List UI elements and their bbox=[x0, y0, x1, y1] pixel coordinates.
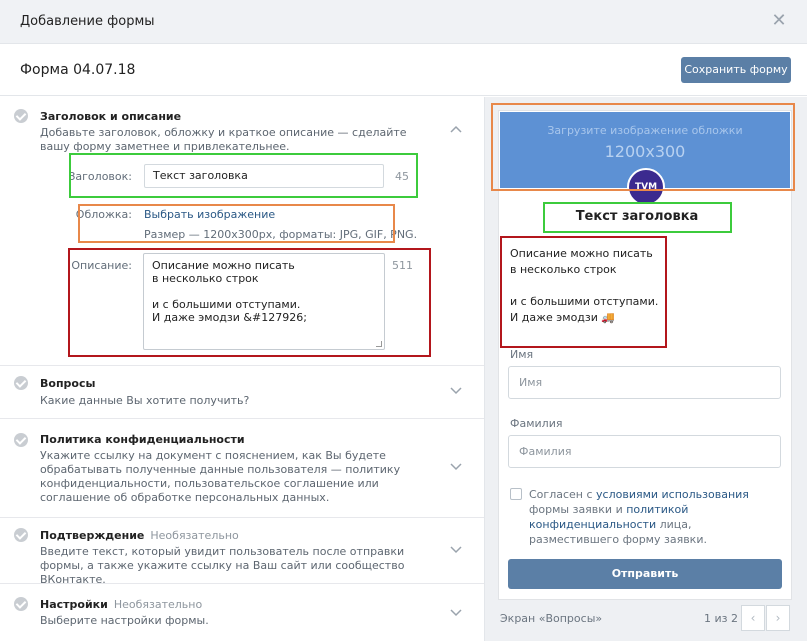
section-desc: Какие данные Вы хотите получить? bbox=[40, 394, 250, 407]
cover-label: Обложка: bbox=[75, 208, 132, 221]
cover-size-text: 1200x300 bbox=[604, 142, 686, 161]
preview-description: Описание можно писать в несколько строк … bbox=[510, 246, 660, 326]
modal-header: Добавление формы ✕ bbox=[0, 0, 807, 44]
modal-title: Добавление формы bbox=[20, 14, 155, 29]
description-counter: 511 bbox=[392, 259, 413, 272]
avatar: TVM bbox=[627, 168, 665, 206]
surname-input[interactable]: Фамилия bbox=[508, 435, 781, 468]
check-icon bbox=[14, 597, 28, 611]
section-title[interactable]: Политика конфиденциальности bbox=[40, 433, 245, 446]
submit-button[interactable]: Отправить bbox=[508, 559, 782, 589]
resize-handle-icon[interactable] bbox=[376, 341, 382, 347]
section-desc: Введите текст, который увидит пользовате… bbox=[40, 545, 405, 586]
terms-link[interactable]: условиями использования bbox=[596, 488, 749, 501]
title-input[interactable]: Текст заголовка bbox=[144, 164, 384, 188]
preview-description-text: Описание можно писать в несколько строк … bbox=[510, 247, 659, 324]
section-questions[interactable] bbox=[0, 366, 484, 419]
consent-checkbox[interactable] bbox=[510, 488, 522, 500]
save-form-button[interactable]: Сохранить форму bbox=[681, 57, 791, 83]
section-settings[interactable] bbox=[0, 584, 484, 641]
section-desc: Укажите ссылку на документ с пояснением,… bbox=[40, 449, 401, 504]
page-counter: 1 из 2 bbox=[704, 612, 738, 625]
truck-emoji-icon: 🚚 bbox=[601, 311, 616, 324]
section-title[interactable]: Подтверждение Необязательно bbox=[40, 529, 239, 542]
name-input[interactable]: Имя bbox=[508, 366, 781, 399]
chevron-down-icon[interactable] bbox=[450, 543, 462, 555]
prev-page-button[interactable]: ‹ bbox=[741, 605, 765, 631]
description-label: Описание: bbox=[71, 259, 132, 272]
section-desc: Добавьте заголовок, обложку и краткое оп… bbox=[40, 126, 407, 153]
chevron-down-icon[interactable] bbox=[450, 384, 462, 396]
chevron-down-icon[interactable] bbox=[450, 606, 462, 618]
section-title[interactable]: Заголовок и описание bbox=[40, 110, 181, 123]
section-desc: Выберите настройки формы. bbox=[40, 614, 209, 627]
check-icon bbox=[14, 109, 28, 123]
name-label: Имя bbox=[510, 348, 534, 361]
optional-label: Необязательно bbox=[150, 529, 239, 542]
section-title[interactable]: Настройки Необязательно bbox=[40, 598, 202, 611]
section-title-text: Подтверждение bbox=[40, 529, 145, 542]
form-name: Форма 04.07.18 bbox=[20, 62, 136, 78]
check-icon bbox=[14, 433, 28, 447]
title-counter: 45 bbox=[395, 170, 409, 183]
check-icon bbox=[14, 376, 28, 390]
cover-hint: Размер — 1200x300px, форматы: JPG, GIF, … bbox=[144, 228, 418, 241]
next-page-button[interactable]: › bbox=[766, 605, 790, 631]
section-title[interactable]: Вопросы bbox=[40, 377, 95, 390]
cover-upload-text: Загрузите изображение обложки bbox=[547, 124, 743, 137]
optional-label: Необязательно bbox=[113, 598, 203, 611]
preview-title: Текст заголовка bbox=[575, 209, 699, 224]
consent-pre: Согласен с bbox=[529, 488, 597, 501]
screen-indicator: Экран «Вопросы» bbox=[500, 612, 603, 625]
choose-image-link[interactable]: Выбрать изображение bbox=[144, 208, 275, 221]
title-label: Заголовок: bbox=[68, 170, 132, 183]
description-text: Описание можно писать в несколько строк … bbox=[152, 259, 307, 324]
check-icon bbox=[14, 528, 28, 542]
description-textarea[interactable]: Описание можно писать в несколько строк … bbox=[143, 253, 385, 350]
form-bar: Форма 04.07.18 Сохранить форму bbox=[0, 44, 807, 96]
consent-text: Согласен с условиями использования формы… bbox=[529, 487, 774, 547]
chevron-up-icon[interactable] bbox=[450, 124, 462, 136]
surname-label: Фамилия bbox=[510, 417, 563, 430]
consent-mid: формы заявки и bbox=[529, 503, 627, 516]
section-title-text: Настройки bbox=[40, 598, 108, 611]
close-icon[interactable]: ✕ bbox=[769, 11, 789, 31]
chevron-down-icon[interactable] bbox=[450, 460, 462, 472]
